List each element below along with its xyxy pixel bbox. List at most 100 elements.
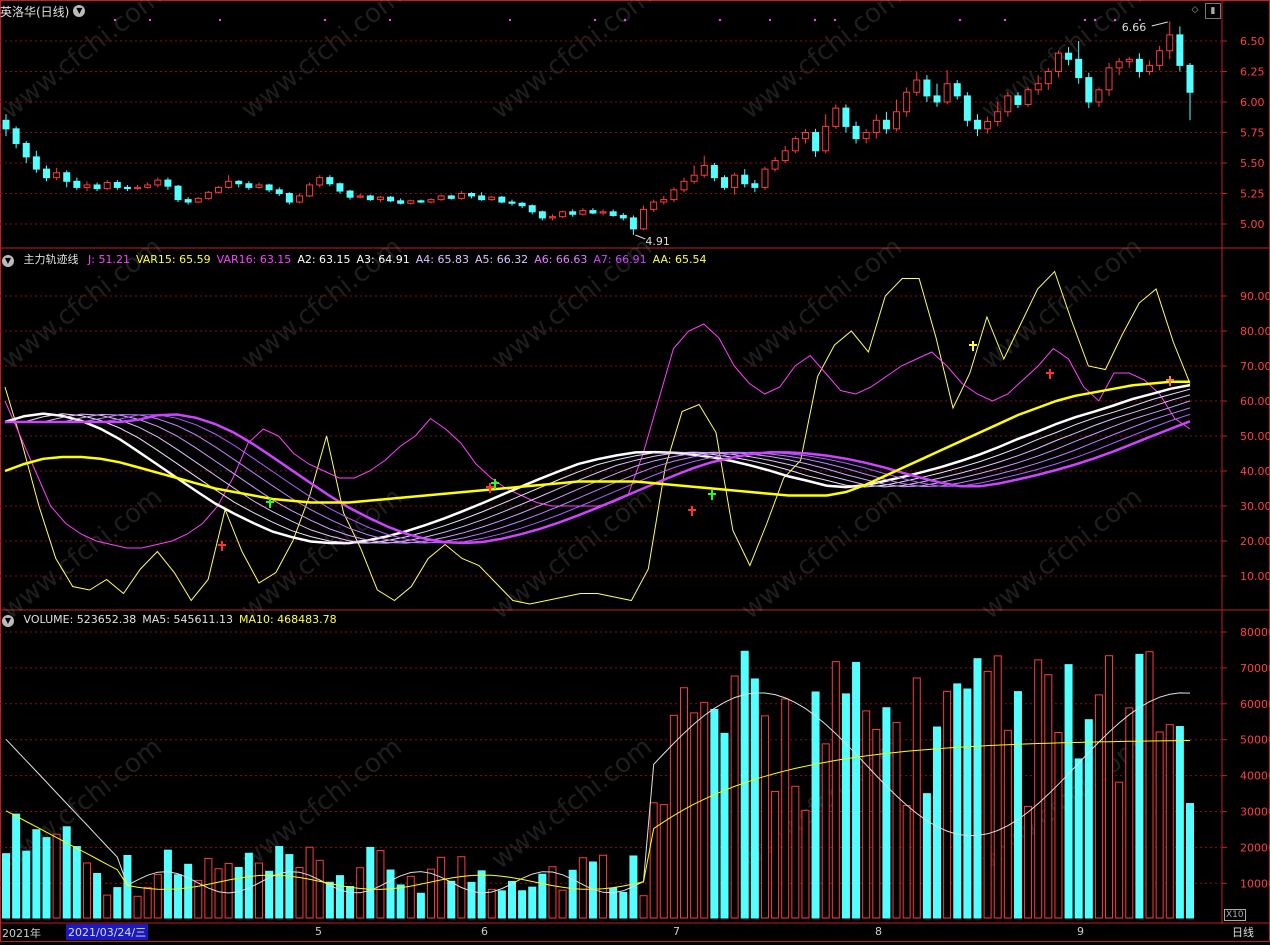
volume-bar <box>184 863 193 919</box>
candle-body <box>417 200 425 203</box>
candle-body <box>1085 77 1093 103</box>
volume-bar <box>416 892 425 919</box>
volume-bar <box>548 866 557 919</box>
candle-body <box>215 186 223 193</box>
diamond-icon[interactable]: ◇ <box>1188 3 1202 17</box>
volume-bar <box>315 859 324 919</box>
candle-body <box>488 196 496 201</box>
indicator-tick-label-3: 60.00 <box>1240 395 1270 408</box>
volume-bar <box>396 884 405 919</box>
candle-body <box>812 132 820 152</box>
event-dot-4 <box>388 18 392 22</box>
indicator-name[interactable]: 主力轨迹线 <box>24 253 79 266</box>
candle-body <box>22 142 30 158</box>
chart-canvas[interactable]: www.cfchi.com www.cfchi.com www.cfchi.com w… <box>0 0 1270 942</box>
volume-bar <box>447 880 456 919</box>
candle-body <box>184 199 192 203</box>
volume-bar <box>1145 651 1154 919</box>
candle-body <box>903 91 911 113</box>
volume-bar <box>497 890 506 919</box>
selected-date: 2021/03/24/三 <box>66 924 149 940</box>
candle-body <box>1034 83 1042 91</box>
candle-body <box>1186 64 1194 93</box>
volume-bar <box>12 813 21 919</box>
month-label-7: 7 <box>673 925 680 938</box>
event-dot-13 <box>1003 18 1007 22</box>
volume-bar <box>305 846 314 919</box>
candle-body <box>559 211 567 218</box>
candle-body <box>326 177 334 185</box>
volume-bar <box>1074 758 1083 919</box>
candle-body <box>478 195 486 201</box>
month-label-5: 5 <box>315 925 322 938</box>
indicator-tick-label-8: 10.00 <box>1240 570 1270 583</box>
event-dot-12 <box>958 18 962 22</box>
candle-body <box>1075 58 1083 79</box>
candle-body <box>83 184 91 188</box>
candle-body <box>994 111 1002 123</box>
volume-bar <box>760 715 769 919</box>
candle-body <box>781 150 789 162</box>
zoom-x10-button[interactable]: X10 <box>1224 909 1246 921</box>
volume-bar <box>386 869 395 919</box>
volume-bar <box>720 732 729 919</box>
title-menu-icon[interactable]: ▼ <box>73 5 86 17</box>
candle-body <box>862 132 870 140</box>
volume-menu-icon[interactable]: ▼ <box>2 615 14 627</box>
candle-body <box>457 193 465 199</box>
volume-bar <box>366 846 375 919</box>
stock-title[interactable]: 英洛华(日线) <box>0 3 69 20</box>
indicator-menu-icon[interactable]: ▼ <box>2 255 14 267</box>
candle-body <box>690 174 698 182</box>
period-label[interactable]: 日线 <box>1232 924 1254 940</box>
volume-bar <box>93 873 102 919</box>
watermark-10: www.cfchi.com <box>0 482 168 626</box>
volume-bar <box>133 895 142 919</box>
volume-bar <box>62 826 71 919</box>
candle-body <box>1125 58 1133 63</box>
candle-body <box>771 160 779 170</box>
volume-bar <box>1064 664 1073 919</box>
volume-bar <box>872 728 881 919</box>
candle-body <box>427 199 435 203</box>
panel-toggle-icon[interactable]: ▮ <box>1205 3 1221 19</box>
candle-body <box>468 193 476 197</box>
volume-bar <box>427 868 436 919</box>
volume-bar <box>1155 731 1164 919</box>
volume-bar <box>32 829 41 919</box>
volume-bar <box>821 743 830 919</box>
volume-bar <box>1105 655 1114 919</box>
candle-body <box>1054 52 1062 72</box>
candle-body <box>1146 64 1154 73</box>
volume-bar <box>943 690 952 919</box>
candle-body <box>356 195 364 198</box>
candle-body <box>508 201 516 204</box>
volume-bar <box>841 693 850 919</box>
candle-body <box>1176 34 1184 66</box>
volume-bar <box>1115 781 1124 919</box>
event-dot-1 <box>148 18 152 22</box>
volume-bar <box>558 889 567 919</box>
volume-bar <box>801 809 810 919</box>
candle-body <box>285 193 293 203</box>
volume-bar <box>568 869 577 919</box>
candle-body <box>265 184 273 191</box>
candle-body <box>882 119 890 130</box>
volume-bar <box>467 881 476 919</box>
candle-body <box>670 189 678 201</box>
watermark-12: www.cfchi.com <box>486 482 658 626</box>
volume-tick-label-2: 60000 <box>1240 698 1270 711</box>
candle-body <box>498 196 506 203</box>
candle-body <box>225 180 233 188</box>
candle-body <box>629 217 637 230</box>
candle-body <box>822 125 830 152</box>
candle-body <box>204 191 212 199</box>
candle-body <box>893 111 901 130</box>
indicator-field-1: VAR15: 65.59 <box>135 253 211 266</box>
candle-body <box>407 200 415 204</box>
event-dot-11 <box>833 18 837 22</box>
price-tick-label-5: 5.25 <box>1240 188 1265 201</box>
signal-marker-5 <box>708 490 716 500</box>
candle-body <box>235 180 243 185</box>
ma10-line <box>5 740 1191 890</box>
